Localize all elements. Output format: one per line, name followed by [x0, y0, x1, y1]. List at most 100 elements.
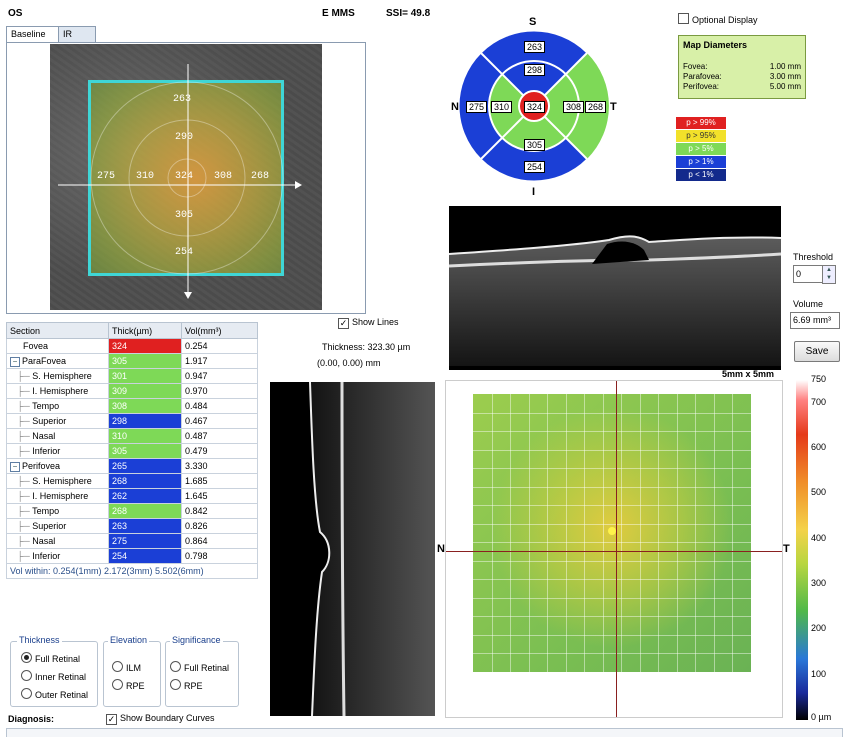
tree-connector-icon: ├─	[17, 536, 33, 546]
map-grid-line	[528, 394, 530, 672]
horizontal-bscan[interactable]	[449, 206, 781, 370]
tree-connector-icon: ├─	[17, 476, 33, 486]
spinner-up-icon[interactable]: ▲	[823, 266, 835, 274]
radio-icon	[21, 688, 32, 699]
volume-cell: 0.487	[181, 428, 258, 444]
thickness-cell: 254	[108, 548, 182, 564]
thickness-map[interactable]	[445, 380, 783, 718]
colorbar-tick-label: 500	[811, 487, 827, 498]
map-label-nasal: N	[437, 543, 445, 555]
table-row[interactable]: ├─ Inferior 254 0.798	[6, 548, 258, 564]
checkbox-checked-icon: ✓	[106, 714, 117, 725]
section-cell: ├─ Tempo	[6, 503, 109, 519]
table-row[interactable]: − ParaFovea 305 1.917	[6, 353, 258, 369]
table-row[interactable]: ├─ S. Hemisphere 268 1.685	[6, 473, 258, 489]
vol-within: Vol within: 0.254(1mm) 2.172(3mm) 5.502(…	[6, 563, 258, 579]
show-boundary-checkbox[interactable]: ✓ Show Boundary Curves	[106, 713, 215, 725]
etdrs-label-inferior: I	[532, 186, 536, 198]
table-row[interactable]: ├─ Inferior 305 0.479	[6, 443, 258, 459]
table-row[interactable]: ├─ I. Hemisphere 309 0.970	[6, 383, 258, 399]
vertical-bscan[interactable]	[270, 382, 435, 716]
map-horizontal-line	[446, 551, 782, 552]
map-diameters-title: Map Diameters	[683, 40, 748, 50]
map-label-temporal: T	[783, 543, 790, 555]
radio-significance-full-retinal[interactable]: Full Retinal	[170, 661, 229, 673]
etdrs-value-temporal-inner: 308	[563, 101, 585, 113]
tree-connector-icon: ├─	[17, 386, 33, 396]
section-label: S. Hemisphere	[32, 476, 92, 486]
table-row[interactable]: ├─ Nasal 275 0.864	[6, 533, 258, 549]
tree-connector-icon: ├─	[17, 416, 33, 426]
table-row[interactable]: ├─ S. Hemisphere 301 0.947	[6, 368, 258, 384]
radio-elevation-ilm[interactable]: ILM	[112, 661, 141, 673]
legend-p95: p > 95%	[676, 130, 726, 142]
thickness-cell: 308	[108, 398, 182, 414]
section-label: Tempo	[32, 506, 60, 516]
section-cell: ├─ Superior	[6, 413, 109, 429]
diameter-label-parafovea: Parafovea:	[683, 72, 722, 81]
section-cell: − Perifovea	[6, 458, 109, 474]
volume-cell: 0.826	[181, 518, 258, 534]
table-row[interactable]: ├─ Superior 263 0.826	[6, 518, 258, 534]
threshold-label: Threshold	[793, 252, 834, 262]
etdrs-value-nasal-inner: 310	[491, 101, 513, 113]
tree-connector-icon: ├─	[17, 521, 33, 531]
elevation-group-title: Elevation	[108, 635, 150, 645]
thickness-cell: 263	[108, 518, 182, 534]
threshold-input[interactable]: 0	[793, 265, 823, 283]
tab-ir[interactable]: IR	[58, 26, 96, 42]
thickness-cell: 309	[108, 383, 182, 399]
legend-p99: p > 99%	[676, 117, 726, 129]
table-row[interactable]: Fovea 324 0.254	[6, 338, 258, 354]
tab-baseline[interactable]: Baseline	[6, 26, 61, 43]
threshold-spinner[interactable]: ▲ ▼	[822, 265, 836, 284]
radio-thickness-outer-retinal[interactable]: Outer Retinal	[21, 688, 88, 700]
table-row[interactable]: − Perifovea 265 3.330	[6, 458, 258, 474]
spinner-down-icon[interactable]: ▼	[823, 274, 835, 282]
section-label: Fovea	[23, 341, 49, 351]
radio-thickness-inner-retinal[interactable]: Inner Retinal	[21, 670, 86, 682]
map-grid-line	[584, 394, 586, 672]
save-button[interactable]: Save	[794, 341, 840, 362]
table-row[interactable]: ├─ Superior 298 0.467	[6, 413, 258, 429]
etdrs-value-nasal-outer: 275	[466, 101, 488, 113]
radio-selected-icon	[21, 652, 32, 663]
map-grid-line	[473, 634, 751, 636]
volume-cell: 3.330	[181, 458, 258, 474]
section-label: I. Hemisphere	[32, 491, 89, 501]
thickness-cell: 265	[108, 458, 182, 474]
radio-elevation-rpe[interactable]: RPE	[112, 679, 145, 691]
table-row[interactable]: ├─ Tempo 308 0.484	[6, 398, 258, 414]
section-label: Inferior	[32, 446, 61, 456]
collapse-icon[interactable]: −	[10, 356, 20, 367]
map-grid-line	[602, 394, 604, 672]
legend-plt1: p < 1%	[676, 169, 726, 181]
table-row[interactable]: ├─ I. Hemisphere 262 1.645	[6, 488, 258, 504]
colorbar-tick-label: 750	[811, 374, 827, 384]
radio-label: Full Retinal	[184, 663, 230, 673]
diagnosis-field[interactable]	[6, 728, 843, 737]
diameter-value-fovea: 1.00 mm	[769, 62, 801, 71]
collapse-icon[interactable]: −	[10, 461, 20, 472]
show-boundary-label: Show Boundary Curves	[120, 713, 215, 723]
fundus-value-nasal-inner: 310	[136, 171, 155, 182]
table-row[interactable]: ├─ Tempo 268 0.842	[6, 503, 258, 519]
radio-label: Full Retinal	[35, 654, 81, 664]
etdrs-value-center: 324	[524, 101, 546, 113]
radio-significance-rpe[interactable]: RPE	[170, 679, 203, 691]
checkbox-icon	[678, 13, 689, 24]
radio-icon	[21, 670, 32, 681]
radio-thickness-full-retinal[interactable]: Full Retinal	[21, 652, 80, 664]
optional-display-checkbox[interactable]: Optional Display	[678, 13, 758, 25]
section-cell: ├─ Tempo	[6, 398, 109, 414]
fundus-image[interactable]: 263 290 275 310 324 308 268 305 254	[50, 44, 322, 310]
thickness-cell: 268	[108, 473, 182, 489]
fundus-value-center: 324	[175, 171, 194, 182]
show-lines-checkbox[interactable]: ✓ Show Lines	[338, 317, 399, 329]
table-row[interactable]: ├─ Nasal 310 0.487	[6, 428, 258, 444]
section-cell: ├─ Inferior	[6, 443, 109, 459]
radio-icon	[112, 661, 123, 672]
section-cell: ├─ I. Hemisphere	[6, 488, 109, 504]
colorbar-tick-label: 400	[811, 532, 827, 543]
volume-cell: 0.842	[181, 503, 258, 519]
